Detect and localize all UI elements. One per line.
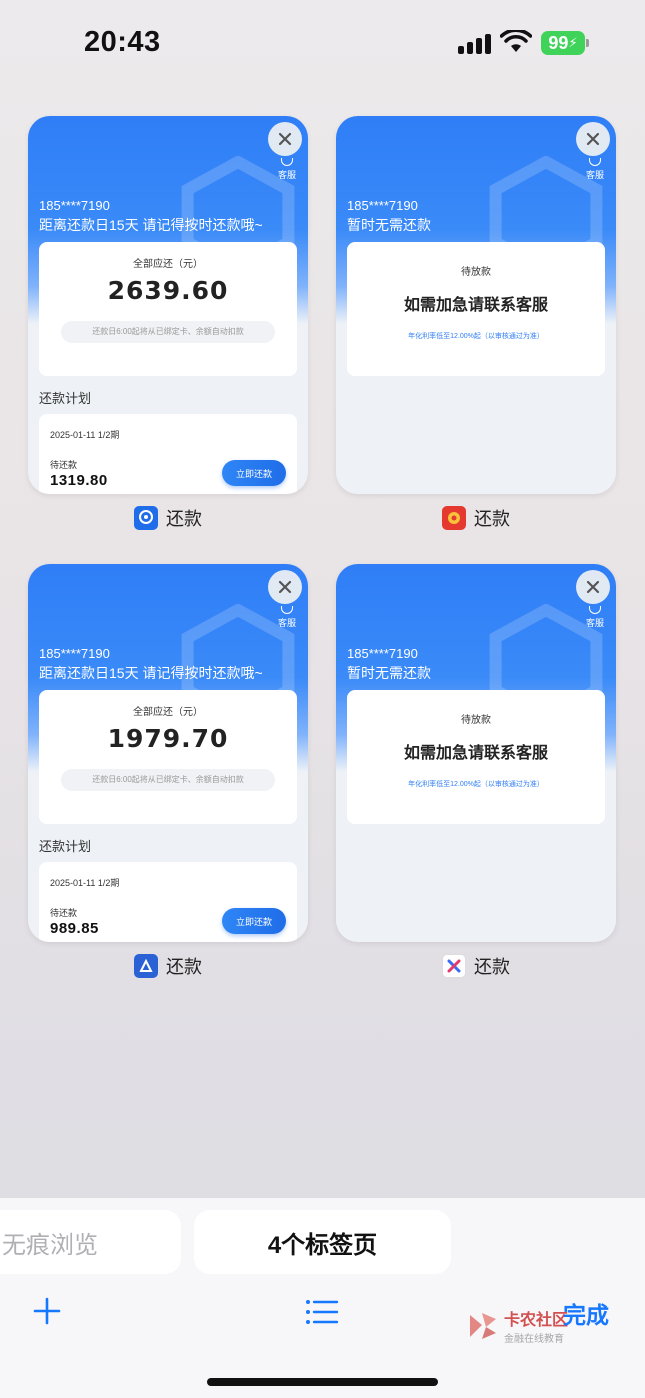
close-icon [278, 132, 292, 146]
tab-card-4[interactable]: 客服 185****7190 暂时无需还款 待放款 如需加急请联系客服 年化利率… [336, 564, 616, 942]
service-label: 客服 [585, 170, 604, 180]
amount-value: 1979.70 [107, 724, 229, 753]
app-logo-mark [139, 958, 153, 972]
plan-title: 还款计划 [39, 839, 92, 854]
close-tab-button[interactable] [576, 570, 610, 604]
tab-list-icon[interactable] [305, 1299, 339, 1325]
private-browsing-tab[interactable]: 无痕浏览 [0, 1210, 181, 1274]
pending-message: 如需加急请联系客服 [403, 745, 548, 762]
app-name: 还款 [474, 957, 510, 977]
service-label: 客服 [585, 618, 604, 628]
customer-service-button[interactable]: 客服 [276, 606, 298, 629]
watermark-subtitle: 金融在线教育 [504, 1334, 564, 1345]
cellular-signal-icon [458, 32, 492, 54]
wifi-icon [500, 30, 532, 52]
customer-service-button[interactable]: 客服 [276, 158, 298, 181]
phone-number: 185****7190 [347, 198, 418, 213]
app-logo-mark [139, 510, 153, 524]
pay-now-button[interactable]: 立即还款 [222, 908, 286, 934]
plan-title: 还款计划 [39, 391, 92, 406]
battery-level: 99 [548, 32, 569, 53]
phone-number: 185****7190 [39, 646, 110, 661]
pending-label: 待放款 [461, 267, 491, 278]
tab-card-2[interactable]: 客服 185****7190 暂时无需还款 待放款 如需加急请联系客服 年化利率… [336, 116, 616, 494]
close-tab-button[interactable] [268, 570, 302, 604]
pending-panel: 待放款 如需加急请联系客服 年化利率低至12.00%起（以审核通过为准） [347, 690, 605, 824]
tab-count-tab[interactable]: 4个标签页 [194, 1210, 451, 1274]
phone-number: 185****7190 [39, 198, 110, 213]
plan-date: 2025-01-11 1/2期 [50, 878, 120, 888]
app-logo-mark [448, 512, 460, 524]
tab-app-label-4: 还款 [442, 953, 510, 979]
app-name: 还款 [166, 957, 202, 977]
plan-date: 2025-01-11 1/2期 [50, 430, 120, 440]
plan-due-label: 待还款 [50, 460, 78, 470]
amount-label: 全部应还（元） [133, 707, 203, 718]
tab-app-label-1: 还款 [134, 505, 202, 531]
plan-panel: 2025-01-11 1/2期 待还款 1319.80 立即还款 [39, 414, 297, 494]
pending-message: 如需加急请联系客服 [403, 297, 548, 314]
headset-icon [589, 158, 601, 166]
tab-card-1[interactable]: 客服 185****7190 距离还款日15天 请记得按时还款哦~ 全部应还（元… [28, 116, 308, 494]
pending-panel: 待放款 如需加急请联系客服 年化利率低至12.00%起（以审核通过为准） [347, 242, 605, 376]
amount-label: 全部应还（元） [133, 259, 203, 270]
app-logo-icon [442, 954, 466, 978]
new-tab-plus-icon[interactable] [32, 1296, 62, 1326]
close-tab-button[interactable] [268, 122, 302, 156]
watermark-emblem [470, 1312, 496, 1339]
home-indicator[interactable] [207, 1378, 438, 1386]
repayment-status: 暂时无需还款 [347, 217, 431, 233]
rate-note: 年化利率低至12.00%起（以审核通过为准） [408, 781, 544, 788]
rate-note: 年化利率低至12.00%起（以审核通过为准） [408, 333, 544, 340]
headset-icon [281, 158, 293, 166]
tab-card-3[interactable]: 客服 185****7190 距离还款日15天 请记得按时还款哦~ 全部应还（元… [28, 564, 308, 942]
status-time: 20:43 [84, 26, 161, 58]
tab-app-label-3: 还款 [134, 953, 202, 979]
plan-panel: 2025-01-11 1/2期 待还款 989.85 立即还款 [39, 862, 297, 942]
amount-value: 2639.60 [107, 276, 229, 305]
watermark-text: 卡农社区 金融在线教育 [504, 1306, 568, 1345]
auto-deduct-note: 还款日6:00起将从已绑定卡、余额自动扣款 [61, 321, 275, 343]
close-tab-button[interactable] [576, 122, 610, 156]
plan-due-amount: 1319.80 [50, 472, 108, 489]
app-logo-mark [447, 959, 461, 973]
close-icon [278, 580, 292, 594]
tab-switcher-toolbar: 无痕浏览 4个标签页 卡农社区 金融在线教育 完成 [0, 1198, 645, 1398]
pending-label: 待放款 [461, 715, 491, 726]
app-name: 还款 [474, 509, 510, 529]
done-button[interactable]: 完成 [563, 1296, 609, 1330]
customer-service-button[interactable]: 客服 [584, 158, 606, 181]
close-icon [586, 580, 600, 594]
close-icon [586, 132, 600, 146]
repayment-status: 暂时无需还款 [347, 665, 431, 681]
plan-due-label: 待还款 [50, 908, 78, 918]
customer-service-button[interactable]: 客服 [584, 606, 606, 629]
plan-due-amount: 989.85 [50, 920, 99, 937]
service-label: 客服 [277, 170, 296, 180]
battery-icon: 99 ⚡ [541, 31, 585, 55]
repayment-reminder: 距离还款日15天 请记得按时还款哦~ [39, 665, 263, 681]
watermark-logo: 卡农社区 金融在线教育 [466, 1306, 568, 1345]
repayment-reminder: 距离还款日15天 请记得按时还款哦~ [39, 217, 263, 233]
watermark-title: 卡农社区 [504, 1312, 569, 1329]
auto-deduct-note: 还款日6:00起将从已绑定卡、余额自动扣款 [61, 769, 275, 791]
tab-app-label-2: 还款 [442, 505, 510, 531]
phone-number: 185****7190 [347, 646, 418, 661]
amount-panel: 全部应还（元） 2639.60 还款日6:00起将从已绑定卡、余额自动扣款 [39, 242, 297, 376]
service-label: 客服 [277, 618, 296, 628]
app-logo-icon [134, 506, 158, 530]
headset-icon [281, 606, 293, 614]
amount-panel: 全部应还（元） 1979.70 还款日6:00起将从已绑定卡、余额自动扣款 [39, 690, 297, 824]
app-logo-icon [134, 954, 158, 978]
battery-tip [586, 39, 589, 47]
pay-now-button[interactable]: 立即还款 [222, 460, 286, 486]
status-bar: 20:43 99 ⚡ [0, 0, 645, 90]
app-logo-icon [442, 506, 466, 530]
app-name: 还款 [166, 509, 202, 529]
headset-icon [589, 606, 601, 614]
